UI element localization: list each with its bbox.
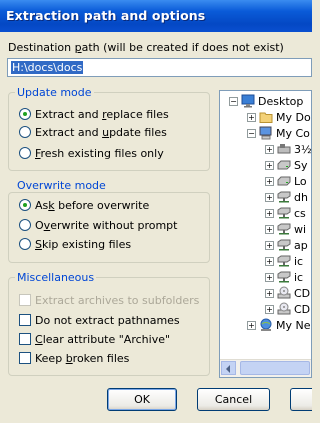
tree-item-network-drive[interactable]: + wi [265, 221, 306, 237]
tree-item-system-drive[interactable]: + Sy [265, 157, 308, 173]
skip-existing-files-radio[interactable]: Skip existing files [19, 236, 131, 252]
tree-item-local-drive[interactable]: + Lo [265, 173, 307, 189]
extract-to-subfolders-checkbox[interactable]: Extract archives to subfolders [19, 292, 199, 308]
scroll-left-icon[interactable] [221, 361, 236, 375]
expand-icon[interactable]: + [247, 320, 256, 330]
expand-icon[interactable]: + [265, 208, 274, 218]
desktop-icon [241, 94, 255, 108]
tree-item-network-drive[interactable]: + cs [265, 205, 306, 221]
ask-before-overwrite-radio[interactable]: Ask before overwrite [19, 197, 149, 213]
tree-horizontal-scrollbar[interactable] [220, 359, 311, 377]
expand-icon[interactable]: + [265, 304, 274, 314]
title-bar[interactable]: Extraction path and options [0, 0, 312, 32]
fresh-existing-only-radio[interactable]: Fresh existing files only [19, 145, 164, 161]
tree-item-my-network[interactable]: + My Ne [247, 317, 311, 333]
expand-icon[interactable]: + [265, 240, 274, 250]
help-button[interactable] [290, 388, 312, 411]
extract-and-update-radio[interactable]: Extract and update files [19, 124, 167, 140]
checkbox-icon [19, 294, 31, 306]
network-drive-icon [277, 207, 291, 219]
destination-path-label: Destination path (will be created if doe… [8, 41, 284, 54]
expand-icon[interactable]: + [265, 272, 274, 282]
folder-tree[interactable]: − Desktop + My Do − My Co + 3½ + Sy + Lo… [219, 90, 312, 378]
network-drive-icon [277, 239, 291, 251]
expand-icon[interactable]: + [265, 192, 274, 202]
overwrite-mode-legend: Overwrite mode [15, 179, 108, 192]
expand-icon[interactable]: + [265, 160, 274, 170]
collapse-icon[interactable]: − [247, 128, 256, 138]
network-drive-icon [277, 271, 291, 283]
checkbox-icon [19, 352, 31, 364]
radio-selected-icon [19, 108, 31, 120]
hard-drive-icon [277, 176, 291, 186]
collapse-icon[interactable]: − [229, 96, 238, 106]
expand-icon[interactable]: + [265, 144, 274, 154]
checkbox-icon [19, 314, 31, 326]
tree-item-my-computer[interactable]: − My Co [247, 125, 310, 141]
tree-item-network-drive[interactable]: + dh [265, 189, 308, 205]
update-mode-legend: Update mode [15, 86, 94, 99]
tree-item-network-drive[interactable]: + ap [265, 237, 308, 253]
network-drive-icon [277, 191, 291, 203]
tree-item-my-documents[interactable]: + My Do [247, 109, 311, 125]
ok-button[interactable]: OK [107, 388, 177, 411]
do-not-extract-pathnames-checkbox[interactable]: Do not extract pathnames [19, 312, 180, 328]
radio-icon [19, 238, 31, 250]
extract-and-replace-radio[interactable]: Extract and replace files [19, 106, 169, 122]
expand-icon[interactable]: + [247, 112, 256, 122]
network-places-icon [260, 318, 272, 331]
tree-item-network-drive[interactable]: + ic [265, 253, 303, 269]
scroll-thumb[interactable] [240, 361, 310, 375]
expand-icon[interactable]: + [265, 176, 274, 186]
checkbox-icon [19, 333, 31, 345]
miscellaneous-legend: Miscellaneous [15, 271, 97, 284]
floppy-drive-icon [277, 144, 291, 154]
tree-item-floppy[interactable]: + 3½ [265, 141, 311, 157]
expand-icon[interactable]: + [265, 256, 274, 266]
cancel-button[interactable]: Cancel [197, 388, 270, 411]
cd-drive-icon [277, 302, 291, 315]
window-title: Extraction path and options [6, 8, 206, 23]
tree-item-cd-drive[interactable]: + CD [265, 285, 310, 301]
folder-icon [259, 112, 273, 123]
clear-archive-attribute-checkbox[interactable]: Clear attribute "Archive" [19, 331, 170, 347]
overwrite-without-prompt-radio[interactable]: Overwrite without prompt [19, 217, 177, 233]
expand-icon[interactable]: + [265, 288, 274, 298]
radio-icon [19, 126, 31, 138]
network-drive-icon [277, 255, 291, 267]
radio-selected-icon [19, 199, 31, 211]
radio-icon [19, 219, 31, 231]
cd-drive-icon [277, 286, 291, 299]
destination-path-input[interactable]: H:\docs\docs [7, 58, 312, 77]
tree-item-desktop[interactable]: − Desktop [229, 93, 303, 109]
destination-path-value: H:\docs\docs [11, 61, 84, 74]
computer-icon [259, 126, 272, 140]
network-drive-icon [277, 223, 291, 235]
keep-broken-files-checkbox[interactable]: Keep broken files [19, 350, 129, 366]
tree-item-network-drive[interactable]: + ic [265, 269, 303, 285]
tree-item-cd-drive[interactable]: + CD [265, 301, 310, 317]
expand-icon[interactable]: + [265, 224, 274, 234]
radio-icon [19, 147, 31, 159]
hard-drive-icon [277, 160, 291, 170]
